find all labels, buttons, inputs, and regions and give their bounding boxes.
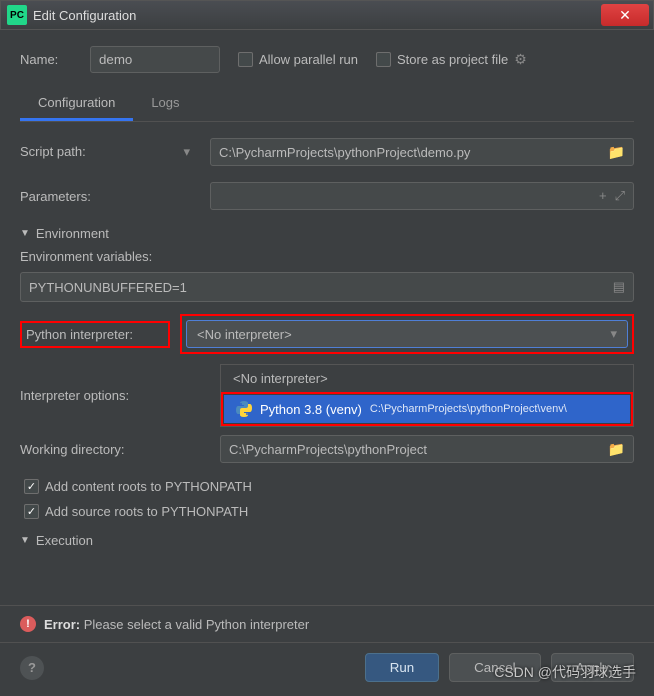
list-icon[interactable]: ▤ [613, 279, 625, 295]
script-path-label: Script path: ▾ [20, 144, 200, 160]
cancel-button[interactable]: Cancel [449, 653, 541, 682]
window-title: Edit Configuration [33, 8, 601, 23]
close-button[interactable]: ✕ [601, 4, 649, 26]
chevron-down-icon: ▼ [20, 535, 30, 546]
tabs: Configuration Logs [20, 87, 634, 122]
add-content-roots-checkbox[interactable]: Add content roots to PYTHONPATH [24, 479, 634, 494]
working-directory-label: Working directory: [20, 442, 210, 457]
interpreter-label: Python interpreter: [26, 327, 133, 342]
titlebar: PC Edit Configuration ✕ [0, 0, 654, 30]
error-icon: ! [20, 616, 36, 632]
store-project-checkbox[interactable]: Store as project file [376, 52, 508, 67]
checkbox-checked-icon [24, 479, 39, 494]
apply-button[interactable]: Apply [551, 653, 634, 682]
environment-section-header[interactable]: ▼ Environment [20, 226, 634, 241]
close-icon: ✕ [619, 7, 631, 24]
window-body: Name: Allow parallel run Store as projec… [0, 30, 654, 696]
interpreter-label-highlight: Python interpreter: [20, 321, 170, 348]
parameters-input[interactable]: +⤢ [210, 182, 634, 210]
chevron-down-icon: ▾ [610, 326, 617, 342]
interpreter-select[interactable]: <No interpreter> ▾ [186, 320, 628, 348]
parameters-row: Parameters: +⤢ [20, 182, 634, 210]
python-icon [236, 401, 252, 417]
execution-section-header[interactable]: ▼ Execution [20, 533, 634, 548]
folder-icon[interactable]: 📁 [608, 144, 625, 161]
checkbox-checked-icon [24, 504, 39, 519]
script-path-row: Script path: ▾ C:\PycharmProjects\python… [20, 138, 634, 166]
working-directory-row: Working directory: C:\PycharmProjects\py… [20, 435, 634, 463]
expand-icon[interactable]: ⤢ [615, 188, 625, 204]
env-vars-label: Environment variables: [20, 249, 634, 264]
add-source-roots-checkbox[interactable]: Add source roots to PYTHONPATH [24, 504, 634, 519]
name-input[interactable] [90, 46, 220, 73]
dropdown-item-highlight: Python 3.8 (venv) C:\PycharmProjects\pyt… [221, 392, 633, 426]
dropdown-item-none[interactable]: <No interpreter> [221, 365, 633, 392]
name-label: Name: [20, 52, 90, 67]
script-path-input[interactable]: C:\PycharmProjects\pythonProject\demo.py… [210, 138, 634, 166]
interpreter-row: Python interpreter: <No interpreter> ▾ [20, 314, 634, 354]
folder-icon[interactable]: 📁 [608, 441, 625, 458]
chevron-down-icon: ▼ [20, 228, 30, 239]
name-row: Name: Allow parallel run Store as projec… [20, 46, 634, 73]
checkbox-icon [238, 52, 253, 67]
tab-configuration[interactable]: Configuration [20, 87, 133, 121]
tab-logs[interactable]: Logs [133, 87, 197, 121]
plus-icon[interactable]: + [599, 188, 607, 204]
store-project-label: Store as project file [397, 52, 508, 67]
footer: ? Run Cancel Apply [0, 642, 654, 696]
env-vars-input[interactable]: PYTHONUNBUFFERED=1 ▤ [20, 272, 634, 302]
gear-icon[interactable]: ⚙ [514, 51, 527, 68]
run-button[interactable]: Run [365, 653, 439, 682]
checkbox-icon [376, 52, 391, 67]
working-directory-input[interactable]: C:\PycharmProjects\pythonProject 📁 [220, 435, 634, 463]
allow-parallel-checkbox[interactable]: Allow parallel run [238, 52, 358, 67]
help-button[interactable]: ? [20, 656, 44, 680]
app-icon: PC [7, 5, 27, 25]
interpreter-options-row: Interpreter options: <No interpreter> Py… [20, 364, 634, 427]
interpreter-dropdown: <No interpreter> Python 3.8 (venv) C:\Py… [220, 364, 634, 427]
interpreter-select-highlight: <No interpreter> ▾ [180, 314, 634, 354]
interpreter-options-label: Interpreter options: [20, 388, 210, 403]
chevron-down-icon[interactable]: ▾ [183, 144, 190, 160]
error-bar: ! Error: Please select a valid Python in… [0, 606, 654, 642]
dropdown-item-python38[interactable]: Python 3.8 (venv) C:\PycharmProjects\pyt… [224, 395, 630, 423]
parameters-label: Parameters: [20, 189, 200, 204]
allow-parallel-label: Allow parallel run [259, 52, 358, 67]
